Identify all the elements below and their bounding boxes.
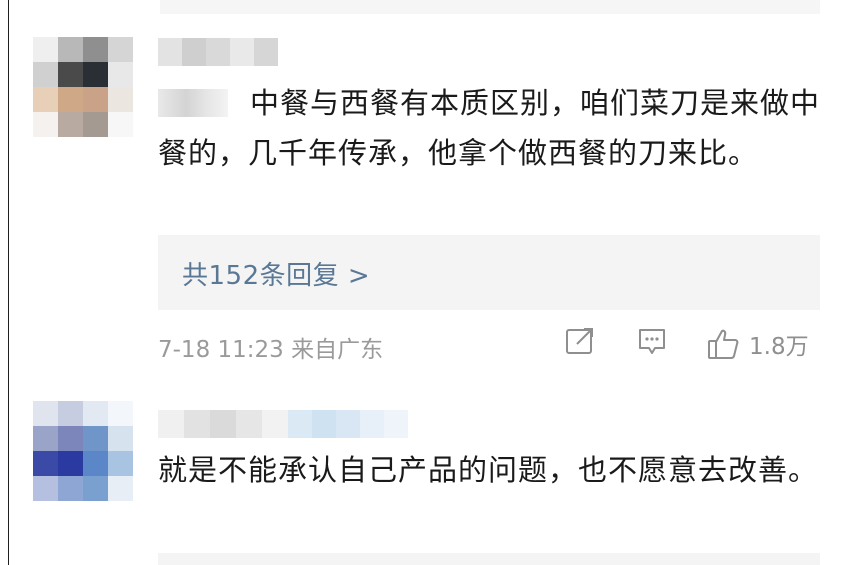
like-count: 1.8万	[749, 334, 809, 360]
comment-body: 就是不能承认自己产品的问题，也不愿意去改善。	[158, 453, 819, 487]
comment-body: 中餐与西餐有本质区别，咱们菜刀是来做中餐的，几千年传承，他拿个做西餐的刀来比。	[158, 78, 823, 178]
comment-text: 中餐与西餐有本质区别，咱们菜刀是来做中餐的，几千年传承，他拿个做西餐的刀来比。	[158, 86, 821, 170]
avatar[interactable]	[33, 401, 133, 501]
view-replies-link[interactable]: 共152条回复 >	[182, 255, 370, 292]
share-icon	[566, 328, 593, 354]
username-blurred[interactable]	[158, 38, 278, 66]
replies-panel[interactable]: 共152条回复 >	[158, 235, 820, 310]
comment-item: 就是不能承认自己产品的问题，也不愿意去改善。	[0, 385, 845, 565]
thumbs-up-icon	[708, 329, 739, 359]
share-button[interactable]	[565, 327, 595, 355]
comment-item: 中餐与西餐有本质区别，咱们菜刀是来做中餐的，几千年传承，他拿个做西餐的刀来比。 …	[0, 0, 845, 385]
comment-icon	[639, 329, 665, 354]
replies-panel-edge	[158, 553, 820, 565]
avatar[interactable]	[33, 37, 133, 137]
like-button[interactable]: 1.8万	[707, 327, 809, 361]
comment-meta: 7-18 11:23 来自广东	[158, 337, 384, 363]
username-blurred[interactable]	[158, 410, 408, 438]
reply-button[interactable]	[637, 327, 667, 357]
mention-blurred[interactable]	[158, 89, 228, 117]
